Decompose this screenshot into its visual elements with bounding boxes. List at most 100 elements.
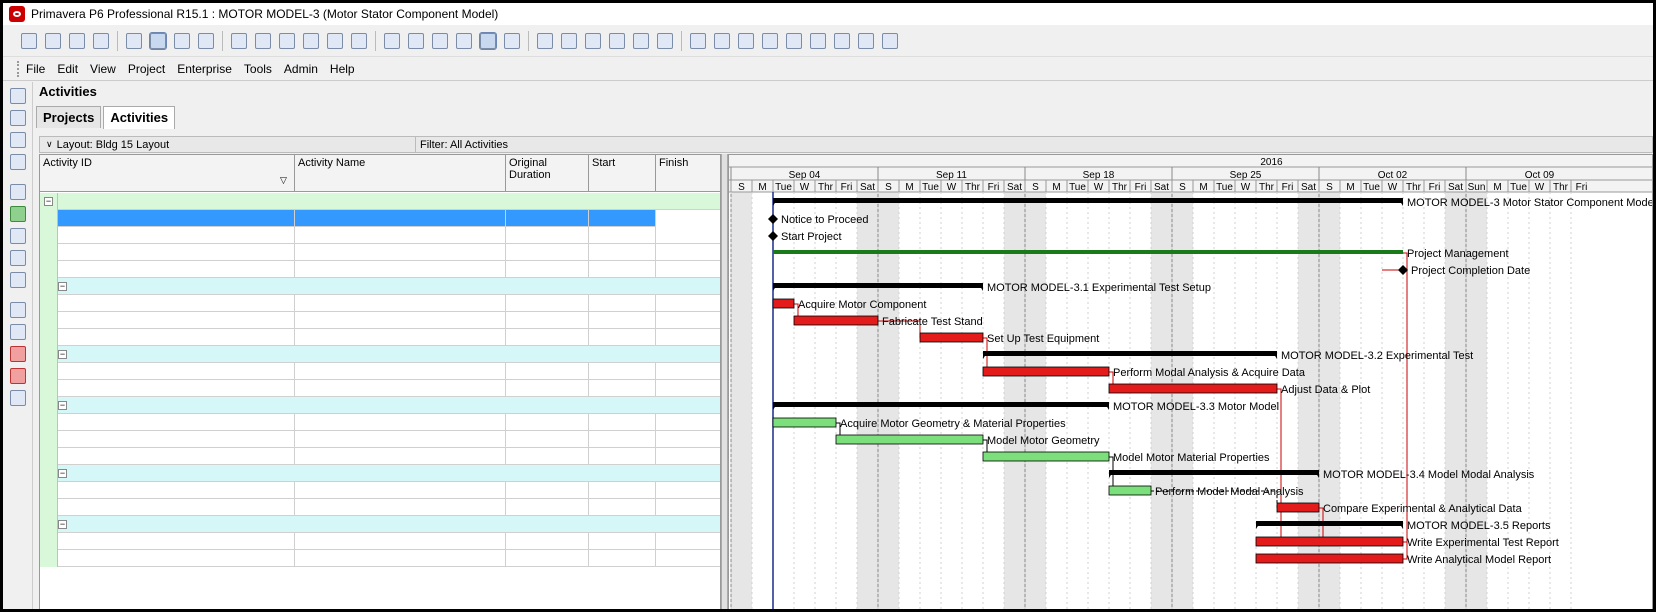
layout-selector[interactable]: ∨ Layout: Bldg 15 Layout [40, 137, 416, 152]
menu-tools[interactable]: Tools [244, 62, 272, 76]
wbs-row[interactable]: − [40, 278, 720, 295]
menu-admin[interactable]: Admin [284, 62, 318, 76]
day-label: Sat [860, 182, 875, 193]
column-header-activity-name[interactable]: Activity Name [295, 155, 506, 192]
tracking-nav-icon[interactable] [10, 154, 26, 170]
risks-nav-icon[interactable] [10, 346, 26, 362]
menu-enterprise[interactable]: Enterprise [177, 62, 232, 76]
issues-nav-icon[interactable] [10, 302, 26, 318]
help-icon[interactable] [858, 32, 874, 49]
bar-label: Compare Experimental & Analytical Data [1323, 503, 1523, 515]
zoom-out-icon[interactable] [714, 32, 730, 49]
activities-nav-icon[interactable] [10, 206, 26, 222]
menu-view[interactable]: View [90, 62, 116, 76]
notebook-icon[interactable] [834, 32, 850, 49]
wbs-nav-icon[interactable] [10, 110, 26, 126]
split-window-icon[interactable] [810, 32, 826, 49]
wps-nav-icon[interactable] [10, 390, 26, 406]
view-network-icon[interactable] [174, 32, 190, 49]
collapse-icon[interactable]: − [44, 197, 53, 206]
filter-icon[interactable] [456, 32, 472, 49]
reports-nav-icon[interactable] [10, 184, 26, 200]
zoom-fit-icon[interactable] [738, 32, 754, 49]
collapse-icon[interactable]: − [58, 401, 67, 410]
apply-actuals-icon[interactable] [633, 32, 649, 49]
send-icon[interactable] [93, 32, 109, 49]
edit-layout-icon[interactable] [255, 32, 271, 49]
column-header-original-duration[interactable]: Original Duration [506, 155, 589, 192]
number-icon[interactable] [504, 32, 520, 49]
collapse-icon[interactable]: − [58, 469, 67, 478]
tab-projects[interactable]: Projects [36, 106, 102, 128]
group-sort-icon[interactable] [432, 32, 448, 49]
view-table-icon[interactable] [126, 32, 142, 49]
resource-profile-icon[interactable] [303, 32, 319, 49]
columns-icon[interactable] [408, 32, 424, 49]
bars-icon[interactable] [384, 32, 400, 49]
level-icon[interactable] [585, 32, 601, 49]
table-row[interactable] [40, 244, 720, 261]
page-setup-icon[interactable] [69, 32, 85, 49]
wbs-row[interactable]: − [40, 346, 720, 363]
table-row[interactable] [40, 431, 720, 448]
thresholds-nav-icon[interactable] [10, 324, 26, 340]
wbs-row[interactable]: − [40, 193, 720, 210]
table-row[interactable] [40, 295, 720, 312]
resources-nav-icon[interactable] [10, 228, 26, 244]
table-row[interactable] [40, 550, 720, 567]
zoom-in-icon[interactable] [690, 32, 706, 49]
view-gantt-icon[interactable] [149, 31, 167, 50]
collapse-icon[interactable]: − [58, 350, 67, 359]
assignments-nav-icon[interactable] [10, 250, 26, 266]
schedule-icon[interactable] [561, 32, 577, 49]
tab-activities[interactable]: Activities [103, 106, 176, 129]
collapse-icon[interactable]: − [58, 520, 67, 529]
table-row[interactable] [40, 448, 720, 465]
table-row[interactable] [40, 329, 720, 346]
table-row[interactable] [40, 414, 720, 431]
menu-edit[interactable]: Edit [57, 62, 78, 76]
store-period-icon[interactable] [609, 32, 625, 49]
table-row[interactable] [40, 210, 720, 227]
table-row[interactable] [40, 380, 720, 397]
print-icon[interactable] [21, 32, 37, 49]
menu-help[interactable]: Help [330, 62, 355, 76]
expenses-nav-icon[interactable] [10, 368, 26, 384]
table-row[interactable] [40, 312, 720, 329]
wbs-row[interactable]: − [40, 516, 720, 533]
day-label: Tue [1363, 182, 1380, 193]
table-row[interactable] [40, 261, 720, 278]
activity-details-icon[interactable] [537, 32, 553, 49]
timescale-icon[interactable] [479, 31, 497, 50]
filter-select-icon[interactable] [198, 32, 214, 49]
menu-project[interactable]: Project [128, 62, 165, 76]
collapse-icon[interactable] [786, 32, 802, 49]
filter-label[interactable]: Filter: All Activities [416, 139, 508, 151]
open-project-icon[interactable] [231, 32, 247, 49]
splitter-handle[interactable] [721, 154, 728, 609]
row-gutter [40, 363, 58, 380]
documents-nav-icon[interactable] [10, 272, 26, 288]
wbs-row[interactable]: − [40, 397, 720, 414]
question-icon[interactable] [882, 32, 898, 49]
table-row[interactable] [40, 227, 720, 244]
table-row[interactable] [40, 363, 720, 380]
full-screen-icon[interactable] [762, 32, 778, 49]
menu-file[interactable]: File [26, 62, 45, 76]
column-header-start[interactable]: Start [589, 155, 656, 192]
print-preview-icon[interactable] [45, 32, 61, 49]
steps-icon[interactable] [657, 32, 673, 49]
table-row[interactable] [40, 533, 720, 550]
projects-nav-icon[interactable] [10, 88, 26, 104]
tracking-icon[interactable] [351, 32, 367, 49]
column-header-activity-id[interactable]: Activity ID [40, 155, 295, 192]
undo-icon[interactable] [327, 32, 343, 49]
column-header-finish[interactable]: Finish [656, 155, 720, 192]
day-label: Thr [1259, 182, 1275, 193]
resource-chart-icon[interactable] [279, 32, 295, 49]
wbs-row[interactable]: − [40, 465, 720, 482]
table-row[interactable] [40, 499, 720, 516]
eps-nav-icon[interactable] [10, 132, 26, 148]
table-row[interactable] [40, 482, 720, 499]
collapse-icon[interactable]: − [58, 282, 67, 291]
